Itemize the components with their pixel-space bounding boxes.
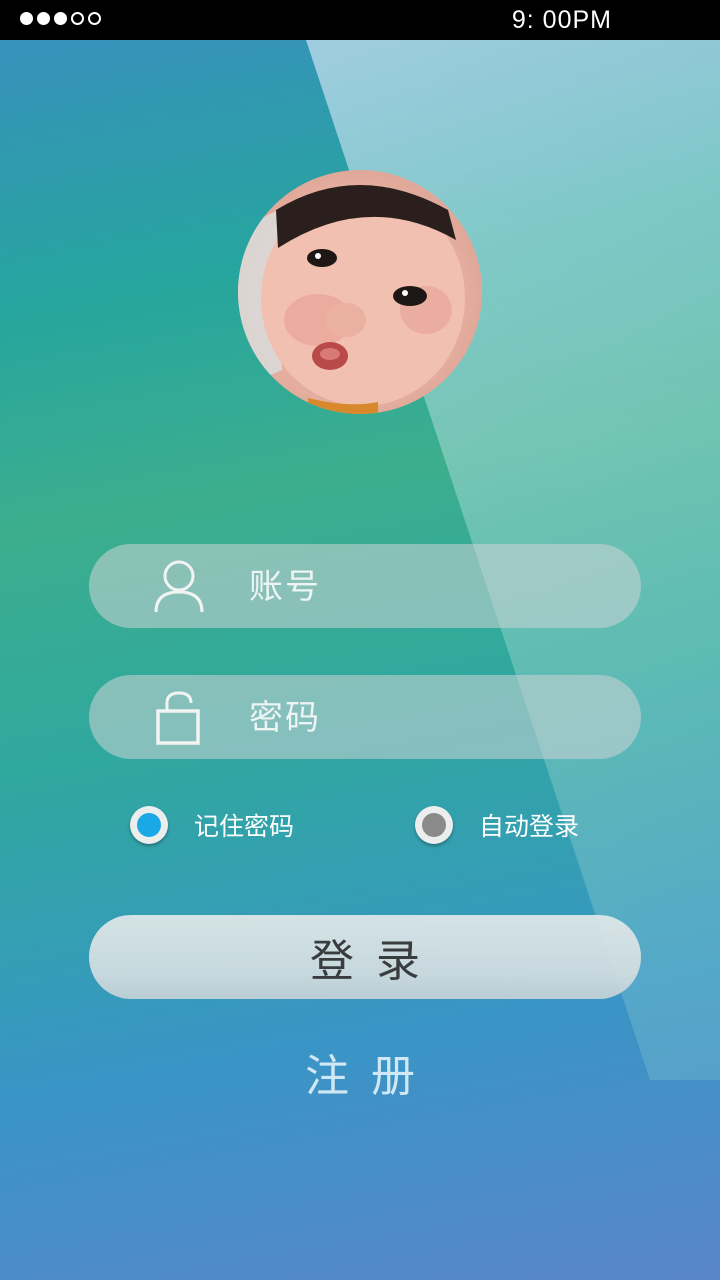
password-field[interactable] [89, 675, 641, 759]
auto-login-label: 自动登录 [479, 812, 580, 841]
auto-login-radio[interactable] [415, 806, 453, 844]
auto-login-option[interactable]: 自动登录 [415, 806, 579, 844]
signal-strength-icon [20, 12, 101, 25]
remember-password-radio[interactable] [130, 806, 168, 844]
account-field[interactable] [89, 544, 641, 628]
remember-password-option[interactable]: 记住密码 [130, 806, 294, 844]
radio-unchecked-icon [422, 813, 446, 837]
login-button[interactable]: 登录 [89, 915, 641, 999]
signal-dot [54, 12, 67, 25]
status-bar: 9: 00PM [0, 0, 720, 40]
signal-dot [20, 12, 33, 25]
status-time: 9: 00PM [511, 6, 612, 34]
remember-password-label: 记住密码 [194, 812, 295, 841]
signal-dot [88, 12, 101, 25]
login-button-label: 登录 [310, 936, 442, 987]
person-icon [154, 560, 204, 613]
user-avatar[interactable] [238, 170, 482, 414]
radio-checked-icon [137, 813, 161, 837]
lock-icon [156, 691, 200, 745]
password-input[interactable] [247, 691, 611, 745]
register-link[interactable]: 注册 [0, 1040, 720, 1104]
signal-dot [37, 12, 50, 25]
signal-dot [71, 12, 84, 25]
avatar-photo-icon [238, 185, 465, 414]
account-input[interactable] [247, 560, 611, 614]
